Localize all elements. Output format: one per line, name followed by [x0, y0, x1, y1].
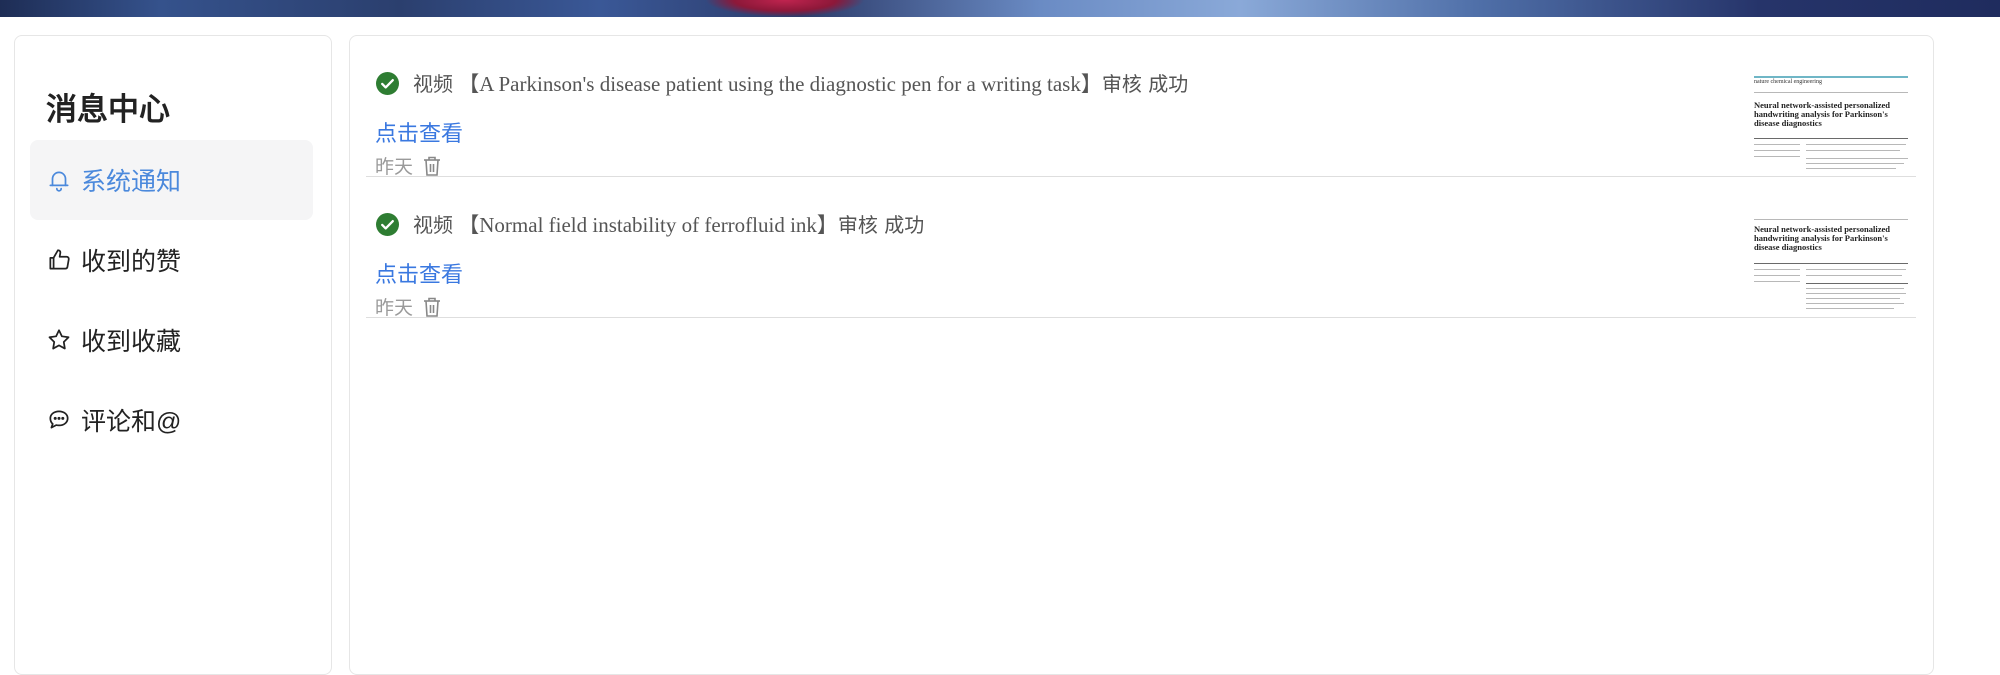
sidebar-item-label: 系统通知	[81, 168, 182, 196]
thumbnail-text-line	[1806, 163, 1904, 164]
list-item: 视频 【A Parkinson's disease patient using …	[366, 36, 1916, 179]
sidebar-item-favorites[interactable]: 收到收藏	[30, 300, 313, 380]
message-text: 视频 【A Parkinson's disease patient using …	[413, 68, 1188, 98]
thumbnail-text-line	[1754, 156, 1800, 157]
thumbnail-rule	[1754, 92, 1908, 93]
star-icon	[46, 327, 72, 353]
trash-icon[interactable]	[422, 296, 442, 318]
header-banner	[0, 0, 2000, 17]
message-header: 视频 【Normal field instability of ferroflu…	[376, 209, 924, 239]
thumbnail-rule	[1754, 219, 1908, 220]
thumbnail-header-bar	[1754, 76, 1908, 78]
thumbnail-rule	[1754, 263, 1908, 264]
thumbnail-text-line	[1806, 303, 1904, 304]
thumbnail-text-line	[1754, 144, 1800, 145]
view-link[interactable]: 点击查看	[375, 116, 463, 148]
thumbnail-journal: nature chemical engineering	[1754, 79, 1822, 85]
comment-icon	[46, 407, 72, 433]
message-type: 视频	[413, 213, 453, 237]
message-status: 审核 成功	[1101, 72, 1189, 96]
message-header: 视频 【A Parkinson's disease patient using …	[376, 68, 1188, 98]
thumbnail-text-line	[1754, 275, 1800, 276]
thumbnail-text-line	[1806, 293, 1906, 294]
thumbnail-text-line	[1806, 283, 1908, 284]
thumbnail-title: Neural network-assisted personalized han…	[1754, 224, 1890, 252]
thumbnail-text-line	[1806, 269, 1906, 270]
message-panel: 视频 【A Parkinson's disease patient using …	[349, 35, 1934, 675]
thumbs-up-icon	[46, 247, 72, 273]
message-footer: 昨天	[375, 152, 442, 179]
sidebar-nav: 系统通知 收到的赞 收到收藏 评论和@	[30, 140, 313, 460]
thumbnail-text-line	[1754, 150, 1800, 151]
message-title: 【Normal field instability of ferrofluid …	[458, 213, 838, 237]
message-title: 【A Parkinson's disease patient using the…	[458, 72, 1102, 96]
message-list: 视频 【A Parkinson's disease patient using …	[366, 36, 1916, 320]
list-item: 视频 【Normal field instability of ferroflu…	[366, 177, 1916, 320]
sidebar: 消息中心 系统通知 收到的赞 收到收藏 评论和@	[14, 35, 332, 675]
message-time: 昨天	[375, 297, 414, 319]
sidebar-item-likes[interactable]: 收到的赞	[30, 220, 313, 300]
thumbnail-text-line	[1806, 275, 1902, 276]
message-footer: 昨天	[375, 293, 442, 320]
sidebar-item-system-notice[interactable]: 系统通知	[30, 140, 313, 220]
thumbnail-text-line	[1806, 168, 1896, 169]
sidebar-title: 消息中心	[46, 92, 170, 127]
thumbnail[interactable]: Neural network-assisted personalized han…	[1754, 217, 1908, 315]
message-type: 视频	[413, 72, 453, 96]
thumbnail-text-line	[1806, 308, 1894, 309]
message-status: 审核 成功	[837, 213, 925, 237]
thumbnail-text-line	[1754, 269, 1800, 270]
check-circle-icon	[376, 71, 399, 95]
thumbnail-rule	[1754, 138, 1908, 139]
thumbnail[interactable]: nature chemical engineering Neural netwo…	[1754, 76, 1908, 174]
sidebar-item-label: 评论和@	[81, 408, 182, 436]
thumbnail-text-line	[1806, 144, 1906, 145]
sidebar-item-comments[interactable]: 评论和@	[30, 380, 313, 460]
view-link[interactable]: 点击查看	[375, 257, 463, 289]
banner-figure	[705, 0, 865, 17]
thumbnail-title: Neural network-assisted personalized han…	[1754, 100, 1890, 128]
message-text: 视频 【Normal field instability of ferroflu…	[413, 209, 924, 239]
sidebar-item-label: 收到的赞	[81, 248, 182, 276]
thumbnail-text-line	[1754, 281, 1800, 282]
thumbnail-text-line	[1806, 288, 1904, 289]
check-circle-icon	[376, 212, 399, 236]
bell-icon	[46, 167, 72, 193]
message-time: 昨天	[375, 156, 414, 178]
thumbnail-text-line	[1806, 298, 1900, 299]
thumbnail-text-line	[1806, 158, 1908, 159]
trash-icon[interactable]	[422, 155, 442, 177]
sidebar-item-label: 收到收藏	[81, 328, 182, 356]
thumbnail-text-line	[1806, 150, 1900, 151]
